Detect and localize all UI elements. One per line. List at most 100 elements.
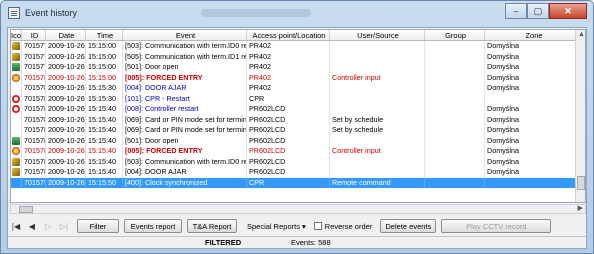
special-reports-dropdown[interactable]: Special Reports ▾	[247, 222, 306, 231]
cell-icon	[11, 167, 22, 178]
table-row[interactable]: 701577 2009-10-26 15:15:00 [501]: Door open…	[11, 62, 585, 73]
table-row[interactable]: 701578 2009-10-26 15:15:40 [005]: FORCED EN…	[11, 146, 585, 157]
cell-time: 15:15:00	[86, 51, 123, 62]
cell-icon	[11, 135, 22, 146]
table-row[interactable]: 701578 2009-10-26 15:15:40 [004]: DOOR AJAR…	[11, 167, 585, 178]
column-header-date[interactable]: Date	[46, 30, 86, 40]
column-header-user-source[interactable]: User/Source	[330, 30, 425, 40]
cell-user-source	[330, 51, 425, 62]
cell-date: 2009-10-26	[48, 62, 86, 73]
window-controls: – ▢ ✕	[505, 3, 587, 19]
reverse-order-option[interactable]: Reverse order	[313, 221, 373, 231]
cell-time: 15:15:30	[86, 93, 123, 104]
cell-zone: Domyślna	[485, 72, 582, 83]
previous-record-button[interactable]: ◀	[24, 222, 40, 231]
cell-event: [069]: Card or PIN mode set for terminal…	[125, 125, 247, 136]
comm-icon	[12, 157, 20, 166]
cell-icon	[11, 72, 22, 83]
table-row[interactable]: 701578 2009-10-26 15:15:30 [101]: CPR - Res…	[11, 93, 585, 104]
cell-zone	[485, 93, 582, 104]
cell-zone: Domyślna	[485, 104, 582, 115]
next-record-button[interactable]: ▷	[40, 222, 56, 231]
cell-access-point: CPR	[247, 93, 330, 104]
table-row[interactable]: 701577 2009-10-26 15:15:00 [503]: Communica…	[11, 41, 585, 52]
cell-icon	[11, 125, 22, 136]
maximize-button[interactable]: ▢	[527, 3, 549, 19]
cell-time: 15:15:40	[86, 114, 123, 125]
cell-zone: Domyślna	[485, 114, 582, 125]
cell-time: 15:15:40	[86, 135, 123, 146]
cell-user-source	[330, 167, 425, 178]
alarm-icon	[12, 147, 20, 155]
cell-time: 15:15:40	[86, 156, 123, 167]
first-record-button[interactable]: |◀	[8, 222, 24, 231]
vertical-scrollbar[interactable]: ▲	[575, 30, 585, 202]
cell-event: [400]: Clock synchronized	[123, 177, 247, 188]
events-grid[interactable]: Icon ID Date Time Event Access point/Loc…	[10, 29, 586, 203]
play-cctv-button[interactable]: Play CCTV record	[441, 219, 552, 233]
last-record-button[interactable]: ▷|	[56, 222, 72, 231]
cell-access-point: PR602LCD	[247, 167, 330, 178]
toolbar: |◀ ◀ ▷ ▷| Filter Events report T&A Repor…	[8, 218, 586, 234]
cell-id: 701578	[24, 146, 46, 157]
table-row[interactable]: 701579 2009-10-26 15:15:50 [400]: Clock syn…	[11, 177, 585, 188]
cell-access-point: PR402	[247, 41, 330, 52]
cell-id: 701578	[24, 167, 46, 178]
events-report-button[interactable]: Events report	[124, 219, 182, 233]
cell-group	[425, 83, 485, 94]
table-row[interactable]: 701578 2009-10-26 15:15:40 [501]: Door open…	[11, 135, 585, 146]
horizontal-scroll-thumb[interactable]	[19, 206, 33, 213]
reverse-order-checkbox[interactable]	[313, 222, 322, 230]
cell-group	[425, 93, 485, 104]
cell-id: 701578	[24, 104, 46, 115]
cell-event: [069]: Card or PIN mode set for terminal…	[125, 114, 247, 125]
cell-id: 701578	[24, 72, 46, 83]
table-row[interactable]: 701578 2009-10-26 15:15:40 [069]: Card or P…	[11, 125, 585, 136]
reverse-order-label: Reverse order	[324, 221, 373, 231]
cell-group	[425, 177, 485, 188]
cell-time: 15:15:50	[86, 177, 123, 188]
cell-icon	[11, 62, 22, 73]
table-row[interactable]: 701577 2009-10-26 15:15:00 [505]: Communica…	[11, 51, 585, 62]
cell-time: 15:15:40	[86, 167, 123, 178]
delete-events-button[interactable]: Delete events	[380, 219, 437, 233]
close-button[interactable]: ✕	[549, 3, 587, 19]
scroll-right-icon[interactable]: ▶	[578, 205, 583, 213]
cell-access-point: PR402	[247, 83, 330, 94]
cell-icon	[11, 156, 22, 167]
table-row[interactable]: 701578 2009-10-26 15:15:40 [503]: Communica…	[11, 156, 585, 167]
column-header-event[interactable]: Event	[123, 30, 247, 40]
column-header-time[interactable]: Time	[86, 30, 123, 40]
filter-button[interactable]: Filter	[77, 219, 119, 233]
column-header-group[interactable]: Group	[425, 30, 485, 40]
cell-icon	[11, 51, 22, 62]
cell-time: 15:15:40	[86, 125, 123, 136]
cell-icon	[11, 177, 22, 188]
cell-id: 701579	[24, 177, 46, 188]
vertical-scroll-thumb[interactable]	[577, 176, 585, 190]
cell-id: 701577	[24, 51, 46, 62]
horizontal-scrollbar[interactable]: ▶	[10, 204, 586, 214]
event-count: Events: 588	[291, 238, 331, 247]
cell-event: [501]: Door open	[123, 135, 247, 146]
grid-header: Icon ID Date Time Event Access point/Loc…	[11, 30, 585, 41]
table-row[interactable]: 701578 2009-10-26 15:15:30 [004]: DOOR AJAR…	[11, 83, 585, 94]
column-header-access-point[interactable]: Access point/Location	[247, 30, 330, 40]
table-row[interactable]: 701578 2009-10-26 15:15:40 [008]: Controlle…	[11, 104, 585, 115]
cell-zone: Domyślna	[485, 146, 582, 157]
table-row[interactable]: 701578 2009-10-26 15:15:00 [005]: FORCED EN…	[11, 72, 585, 83]
column-header-icon[interactable]: Icon	[11, 30, 22, 40]
cell-date: 2009-10-26	[48, 135, 86, 146]
column-header-id[interactable]: ID	[22, 30, 46, 40]
table-row[interactable]: 701578 2009-10-26 15:15:40 [069]: Card or P…	[11, 114, 585, 125]
cell-event: [005]: FORCED ENTRY	[123, 146, 247, 157]
cell-date: 2009-10-26	[48, 104, 86, 115]
column-header-zone[interactable]: Zone	[485, 30, 582, 40]
cell-zone: Domyślna	[485, 51, 582, 62]
blurred-title-region	[201, 9, 311, 17]
minimize-button[interactable]: –	[505, 3, 527, 19]
cell-group	[425, 167, 485, 178]
ta-report-button[interactable]: T&A Report	[187, 219, 237, 233]
scroll-up-icon[interactable]: ▲	[578, 31, 585, 39]
title-bar[interactable]: Event history – ▢ ✕	[1, 1, 593, 25]
